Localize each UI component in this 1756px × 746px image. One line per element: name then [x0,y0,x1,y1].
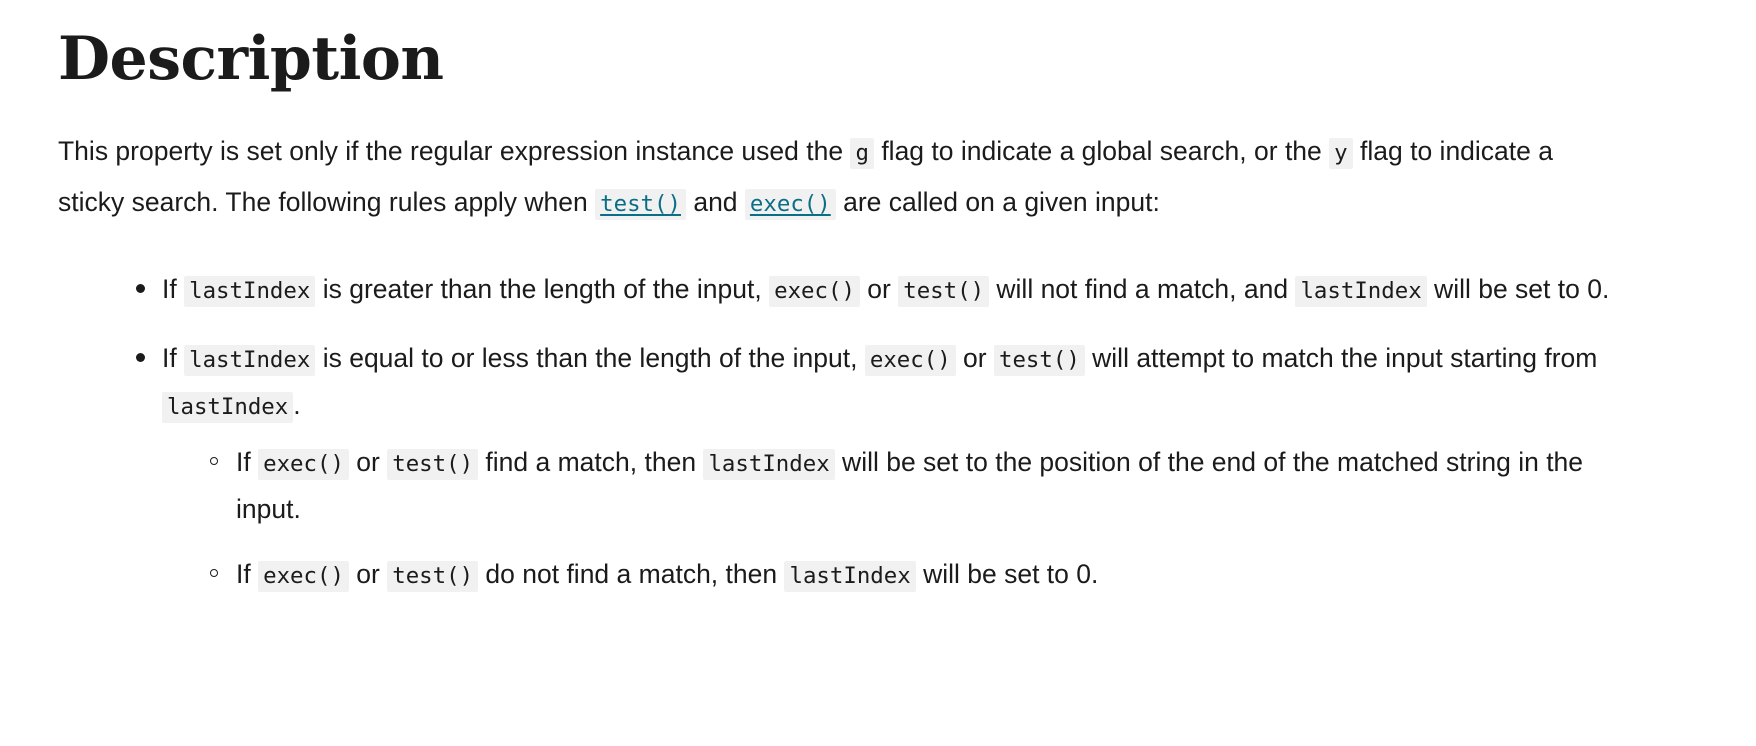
bullet-disc-icon [136,353,145,363]
rules-sublist: If exec() or test() find a match, then l… [162,440,1622,599]
code-chip-g-flag: g [850,138,874,170]
link-exec-method[interactable]: exec() [744,189,836,221]
code-chip-lastindex: lastIndex [184,345,316,377]
list-item: If exec() or test() do not find a match,… [210,552,1622,599]
code-chip-exec: exec() [258,449,349,481]
subbullet-2-text-1: If [236,559,259,590]
page-title: Description [58,24,444,94]
code-chip-exec: exec() [258,561,349,593]
bullet-1-text-2: is greater than the length of the input, [315,274,770,305]
bullet-circle-icon [210,457,218,466]
bullet-2-text-3: or [955,343,994,374]
bullet-2-text-5: . [293,390,301,421]
bullet-circle-icon [210,569,218,578]
code-chip-y-flag: y [1329,138,1353,170]
rules-list: If lastIndex is greater than the length … [58,267,1696,599]
intro-paragraph: This property is set only if the regular… [58,127,1578,229]
bullet-1-text-1: If [162,274,185,305]
intro-text-5: are called on a given input: [835,187,1160,218]
bullet-1-text-4: will not find a match, and [989,274,1296,305]
bullet-2-text-4: will attempt to match the input starting… [1084,343,1598,374]
link-test-method[interactable]: test() [595,189,686,221]
code-chip-test: test() [898,276,990,308]
subbullet-2-text-4: will be set to 0. [915,559,1099,590]
bullet-disc-icon [136,284,145,294]
bullet-1-text-5: will be set to 0. [1426,274,1610,305]
code-chip-lastindex: lastIndex [784,561,916,593]
intro-text-1: This property is set only if the regular… [58,136,851,167]
list-item: If lastIndex is greater than the length … [136,267,1622,314]
intro-text-2: flag to indicate a global search, or the [873,136,1330,167]
description-section: Description This property is set only if… [0,0,1756,599]
code-chip-test: test() [993,345,1085,377]
bullet-2-text-2: is equal to or less than the length of t… [315,343,865,374]
bullet-2-text-1: If [162,343,185,374]
list-item: If lastIndex is equal to or less than th… [136,336,1622,599]
code-chip-lastindex: lastIndex [1295,276,1427,308]
intro-text-4: and [685,187,745,218]
subbullet-2-text-2: or [348,559,388,590]
subbullet-1-text-3: find a match, then [478,447,704,478]
subbullet-1-text-2: or [348,447,388,478]
bullet-1-text-3: or [859,274,899,305]
code-chip-lastindex: lastIndex [703,449,835,481]
code-chip-test: test() [387,561,479,593]
subbullet-1-text-1: If [236,447,259,478]
code-chip-exec: exec() [864,345,956,377]
code-chip-lastindex: lastIndex [184,276,316,308]
code-chip-test: test() [387,449,479,481]
code-chip-exec: exec() [769,276,860,308]
code-chip-lastindex: lastIndex [162,392,294,424]
list-item: If exec() or test() find a match, then l… [210,440,1622,532]
subbullet-2-text-3: do not find a match, then [478,559,785,590]
